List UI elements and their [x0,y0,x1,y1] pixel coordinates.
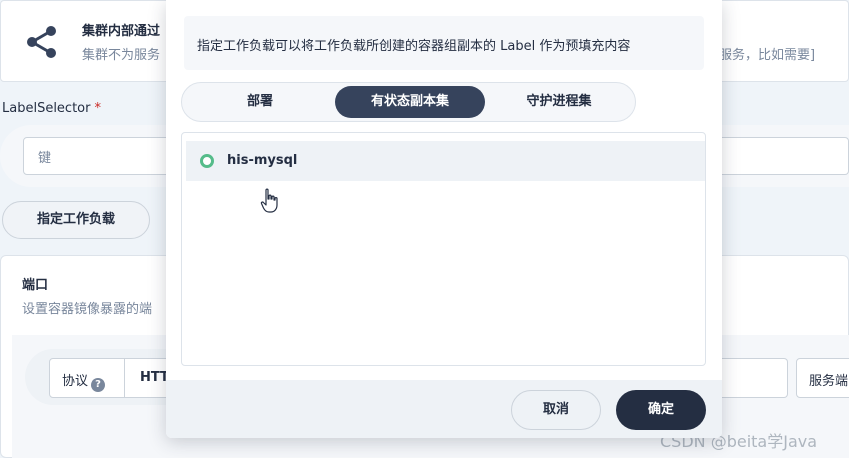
ports-title: 端口 [22,278,49,293]
radio-button[interactable] [200,154,214,168]
hand-pointer-icon [260,188,278,213]
cancel-button[interactable]: 取消 [511,390,601,430]
protocol-divider [124,359,125,397]
tab-statefulsets[interactable]: 有状态副本集 [335,86,485,118]
label-value-input[interactable] [706,137,849,175]
list-item[interactable]: his-mysql [186,141,705,213]
protocol-value[interactable]: HTT [140,370,169,385]
protocol-label: 协议? [62,370,106,392]
specify-workload-popover: 指定工作负载可以将工作负载所创建的容器组副本的 Label 作为预填充内容 部署… [166,0,722,438]
popover-footer: 取消 确定 [166,380,722,438]
workload-name: his-mysql [227,153,298,168]
help-icon[interactable]: ? [91,378,106,392]
confirm-button[interactable]: 确定 [616,390,706,430]
tab-deployments[interactable]: 部署 [185,86,335,118]
service-type-description: 集群不为服务 [82,48,161,63]
share-nodes-icon [27,26,56,58]
service-port-label: 服务端 [809,374,849,389]
label-key-input[interactable]: 键 [23,137,183,175]
label-selector-label: LabelSelector * [2,101,101,116]
workload-type-tabs: 部署 有状态副本集 守护进程集 [181,82,636,122]
workload-list: his-mysql [181,132,706,366]
service-type-title: 集群内部通过 [82,24,161,39]
popover-hint: 指定工作负载可以将工作负载所创建的容器组副本的 Label 作为预填充内容 [184,16,704,70]
service-type-description-tail: 的服务，比如需要] [706,48,816,63]
tab-daemonsets[interactable]: 守护进程集 [485,86,633,118]
specify-workload-button[interactable]: 指定工作负载 [2,201,150,239]
ports-description: 设置容器镜像暴露的端 [22,302,153,317]
required-mark: * [94,101,101,116]
